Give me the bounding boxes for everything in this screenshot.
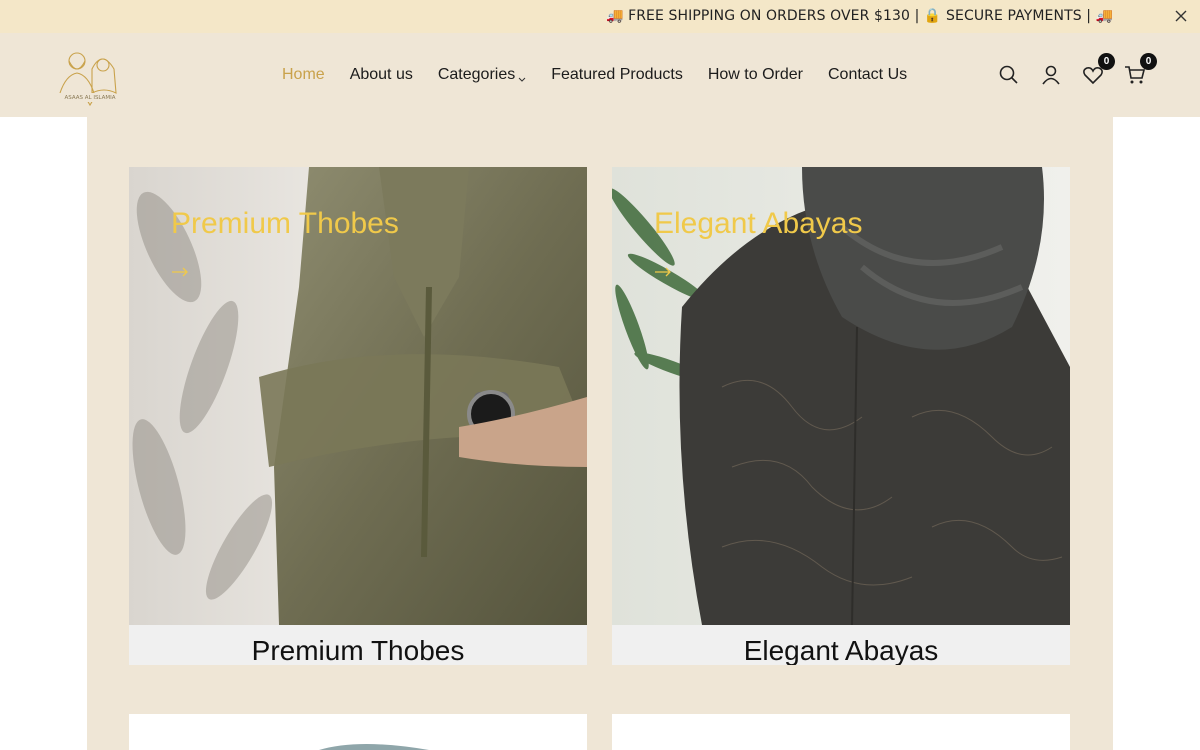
thobes-overlay-title: Premium Thobes — [171, 207, 399, 240]
nav-contact-us[interactable]: Contact Us — [828, 66, 907, 84]
chevron-down-icon — [518, 70, 526, 82]
abayas-image[interactable]: Elegant Abayas — [612, 167, 1070, 625]
header-icons: 0 0 — [996, 53, 1164, 89]
category-card-abayas[interactable]: Elegant Abayas Elegant Abayas — [612, 167, 1070, 665]
nav-home[interactable]: Home — [282, 66, 325, 84]
abayas-caption[interactable]: Elegant Abayas — [612, 625, 1070, 665]
wishlist-icon[interactable]: 0 — [1080, 53, 1115, 88]
nav-about-us[interactable]: About us — [350, 66, 413, 84]
abayas-overlay-title: Elegant Abayas — [654, 207, 863, 240]
thobes-image[interactable]: Premium Thobes — [129, 167, 587, 625]
announcement-bar: 🚚 FREE SHIPPING ON ORDERS OVER $130 | 🔒 … — [0, 0, 1200, 33]
nav-categories-label: Categories — [437, 66, 516, 83]
arrow-right-icon[interactable] — [654, 262, 672, 277]
search-icon[interactable] — [996, 62, 1022, 88]
category-card-thobes[interactable]: Premium Thobes Premium Thobes — [129, 167, 587, 665]
site-header: ASAAS AL ISLAMIA Home About us Categorie… — [0, 33, 1200, 117]
logo-text: ASAAS AL ISLAMIA — [64, 95, 115, 101]
account-icon[interactable] — [1038, 62, 1064, 88]
nav-how-to-order[interactable]: How to Order — [708, 66, 803, 84]
nav-featured-products[interactable]: Featured Products — [551, 66, 683, 84]
nav-categories[interactable]: Categories — [438, 66, 526, 84]
thobes-caption[interactable]: Premium Thobes — [129, 625, 587, 665]
cart-count-badge: 0 — [1140, 53, 1157, 70]
main-nav: Home About us Categories Featured Produc… — [282, 33, 932, 117]
announcement-text: 🚚 FREE SHIPPING ON ORDERS OVER $130 | 🔒 … — [606, 8, 1114, 24]
wishlist-count-badge: 0 — [1098, 53, 1115, 70]
category-card-next-left[interactable] — [129, 714, 587, 750]
arrow-right-icon[interactable] — [171, 262, 189, 277]
close-icon[interactable] — [1170, 5, 1192, 27]
brand-logo[interactable]: ASAAS AL ISLAMIA — [50, 43, 130, 113]
cart-icon[interactable]: 0 — [1122, 53, 1157, 88]
category-card-next-right[interactable] — [612, 714, 1070, 750]
